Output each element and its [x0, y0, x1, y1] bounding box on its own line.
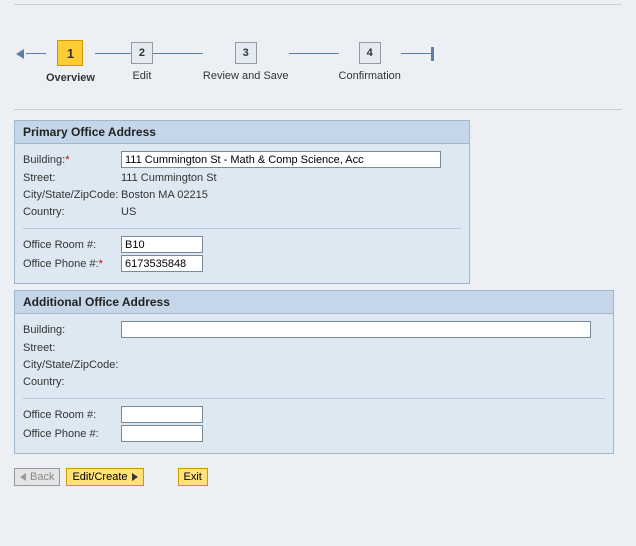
wizard-step-number: 2: [131, 42, 153, 64]
add-room-label: Office Room #:: [23, 409, 121, 421]
wizard-connector: [95, 53, 131, 54]
building-input[interactable]: [121, 151, 441, 168]
button-row: Back Edit/Create Exit: [14, 468, 622, 486]
country-value: US: [121, 206, 136, 218]
additional-office-header: Additional Office Address: [15, 291, 613, 314]
add-street-label: Street:: [23, 342, 121, 354]
street-value: 111 Cummington St: [121, 172, 217, 184]
room-input[interactable]: [121, 236, 203, 253]
primary-office-header: Primary Office Address: [15, 121, 469, 144]
add-building-input[interactable]: [121, 321, 591, 338]
add-country-label: Country:: [23, 376, 121, 388]
back-button-label: Back: [30, 471, 54, 483]
edit-create-button[interactable]: Edit/Create: [66, 468, 143, 486]
building-label: Building:*: [23, 154, 121, 166]
wizard-left-arrow-icon: [16, 49, 24, 59]
panel-divider: [23, 228, 461, 229]
add-room-input[interactable]: [121, 406, 203, 423]
room-label: Office Room #:: [23, 239, 121, 251]
exit-button[interactable]: Exit: [178, 468, 208, 486]
edit-create-button-label: Edit/Create: [72, 471, 127, 483]
add-phone-input[interactable]: [121, 425, 203, 442]
wizard-step-number: 1: [57, 40, 83, 66]
chevron-left-icon: [20, 473, 26, 481]
phone-label: Office Phone #:*: [23, 258, 121, 270]
phone-input[interactable]: [121, 255, 203, 272]
wizard-step-edit[interactable]: 2 Edit: [131, 35, 153, 82]
csz-label: City/State/ZipCode:: [23, 189, 121, 201]
add-building-label: Building:: [23, 324, 121, 336]
wizard-step-number: 4: [359, 42, 381, 64]
chevron-right-icon: [132, 473, 138, 481]
back-button[interactable]: Back: [14, 468, 60, 486]
wizard-step-number: 3: [235, 42, 257, 64]
add-phone-label: Office Phone #:: [23, 428, 121, 440]
wizard-connector: [26, 53, 46, 54]
panel-divider: [23, 398, 605, 399]
wizard-connector: [401, 53, 431, 54]
wizard-step-overview[interactable]: 1 Overview: [46, 35, 95, 84]
additional-office-body: Building: Street: City/State/ZipCode: Co…: [15, 314, 613, 453]
street-label: Street:: [23, 172, 121, 184]
exit-button-label: Exit: [184, 471, 202, 483]
wizard-nav: 1 Overview 2 Edit 3 Review and Save 4 Co…: [0, 5, 636, 83]
wizard-step-confirmation[interactable]: 4 Confirmation: [339, 35, 401, 82]
mid-divider: [14, 109, 622, 110]
wizard-connector: [153, 53, 203, 54]
wizard-end-marker-icon: [431, 47, 434, 61]
primary-office-body: Building:* Street: 111 Cummington St Cit…: [15, 144, 469, 283]
wizard-step-label: Review and Save: [203, 70, 289, 82]
primary-office-panel: Primary Office Address Building:* Street…: [14, 120, 470, 284]
page: 1 Overview 2 Edit 3 Review and Save 4 Co…: [0, 4, 636, 486]
country-label: Country:: [23, 206, 121, 218]
wizard-step-review[interactable]: 3 Review and Save: [203, 35, 289, 82]
csz-value: Boston MA 02215: [121, 189, 208, 201]
wizard-step-label: Edit: [132, 70, 151, 82]
additional-office-panel: Additional Office Address Building: Stre…: [14, 290, 614, 454]
wizard-step-label: Overview: [46, 72, 95, 84]
add-csz-label: City/State/ZipCode:: [23, 359, 121, 371]
wizard-step-label: Confirmation: [339, 70, 401, 82]
wizard-connector: [289, 53, 339, 54]
